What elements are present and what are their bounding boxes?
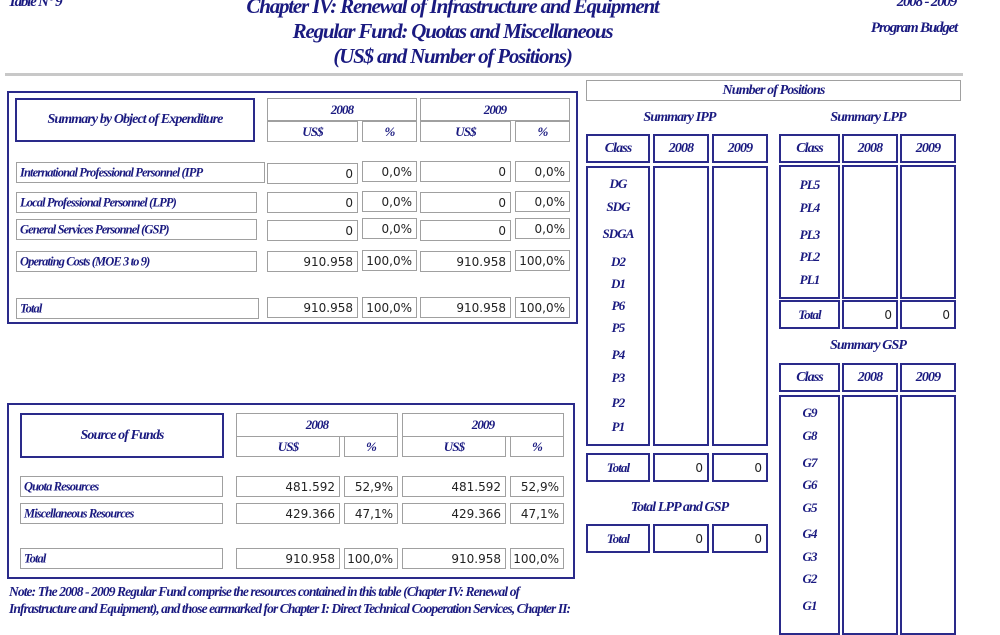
funds-pct-2009-header: % [510,436,564,457]
funds-year-2008-header: 2008 [236,413,398,437]
ipp-class-label: DG [609,176,628,191]
ipp-class-label: P6 [611,298,626,313]
lpp-gsp-total-label: Total [586,524,650,553]
lpp-total-label: Total [779,300,840,329]
positions-title-box: Number of Positions [586,80,961,101]
lpp-title: Summary LPP [830,110,906,125]
lpp-2009-column [900,165,956,299]
ipp-2008-header: 2008 [653,134,709,163]
ipp-class-column: DG SDG SDGA D2 D1 P6 P5 P4 P3 P2 P1 [586,166,650,446]
gsp-2008-header: 2008 [842,363,898,392]
gsp-2009-header: 2009 [900,363,956,392]
exp-usd-2008-header: US$ [267,121,358,142]
lpp-class-column: PL5 PL4 PL3 PL2 PL1 [779,165,840,299]
ipp-total-2009: 0 [712,453,768,482]
gsp-class-label: G9 [802,405,817,420]
ipp-class-label: P3 [611,370,626,385]
ipp-class-label: D1 [610,276,626,291]
lpp-2008-header: 2008 [842,134,898,163]
lpp-class-header: Class [779,134,840,163]
ipp-class-label: P1 [611,419,626,434]
exp-pct-2009-header: % [515,121,570,142]
note-line-2: Infrastructure and Equipment), and those… [9,601,571,616]
funds-usd-2009-header: US$ [402,436,506,457]
expenditure-title: Summary by Object of Expenditure [47,112,224,127]
gsp-class-label: G6 [802,477,817,492]
budget-period: 2008 - 2009 [896,0,958,10]
page-subtitle: Regular Fund: Quotas and Miscellaneous [292,19,614,43]
gsp-class-label: G1 [802,598,817,613]
ipp-class-label: SDGA [602,226,634,241]
page-title: Chapter IV: Renewal of Infrastructure an… [246,0,659,18]
funds-year-2009-header: 2009 [402,413,564,437]
lpp-class-label: PL4 [799,200,821,215]
gsp-class-label: G5 [802,500,817,515]
funds-title: Source of Funds [80,427,165,443]
funds-title-box: Source of Funds [20,413,224,458]
lpp-gsp-total-2009: 0 [712,524,768,553]
ipp-class-label: D2 [610,254,626,269]
lpp-gsp-total-2008: 0 [653,524,709,553]
gsp-2008-column [842,395,898,635]
document-type: Program Budget [870,20,958,36]
ipp-total-label: Total [586,453,650,482]
positions-title: Number of Positions [722,82,826,98]
exp-pct-2008-header: % [362,121,417,142]
ipp-2009-header: 2009 [712,134,768,163]
ipp-class-header: Class [586,134,650,163]
expenditure-title-box: Summary by Object of Expenditure [15,98,255,142]
lpp-class-label: PL2 [799,249,821,264]
lpp-class-label: PL1 [799,272,821,287]
exp-usd-2009-header: US$ [420,121,511,142]
exp-year-2008-header: 2008 [267,98,417,121]
gsp-class-header: Class [779,363,840,392]
ipp-title: Summary IPP [643,110,716,125]
gsp-class-label: G8 [802,428,817,443]
ipp-class-label: P5 [611,320,626,335]
lpp-class-label: PL3 [799,227,821,242]
ipp-class-label: P4 [611,347,626,362]
gsp-class-label: G4 [802,526,817,541]
lpp-class-label: PL5 [799,177,821,192]
funds-usd-2008-header: US$ [236,436,340,457]
gsp-class-label: G3 [802,549,817,564]
gsp-class-label: G2 [802,571,817,586]
ipp-2009-column [712,166,768,446]
funds-pct-2008-header: % [344,436,398,457]
lpp-2008-column [842,165,898,299]
gsp-class-column: G9 G8 G7 G6 G5 G4 G3 G2 G1 [779,395,840,635]
note-line-1: Note: The 2008 - 2009 Regular Fund compr… [9,584,520,599]
exp-year-2009-header: 2009 [420,98,570,121]
lpp-total-2009: 0 [900,300,956,329]
ipp-class-label: P2 [611,395,626,410]
ipp-2008-column [653,166,709,446]
ipp-class-label: SDG [606,199,630,214]
ipp-total-2008: 0 [653,453,709,482]
lpp-2009-header: 2009 [900,134,956,163]
lpp-total-2008: 0 [842,300,898,329]
header-divider [5,73,963,76]
gsp-class-label: G7 [802,455,817,470]
lpp-gsp-title: Total LPP and GSP [630,500,730,515]
gsp-title: Summary GSP [829,338,907,353]
page-units: (US$ and Number of Positions) [333,44,572,68]
gsp-2009-column [900,395,956,635]
